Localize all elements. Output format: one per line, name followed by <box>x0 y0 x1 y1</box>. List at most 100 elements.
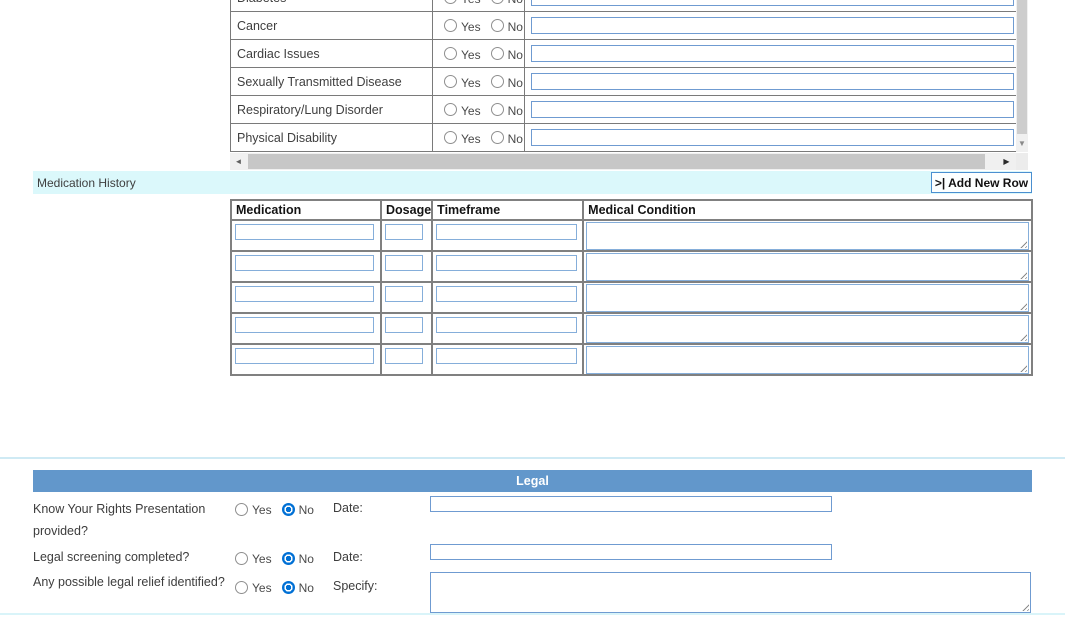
condition-row-cancer: Cancer Yes No <box>231 12 1016 40</box>
legal-relief-radio-group: Yes No <box>235 579 314 595</box>
condition-label: Respiratory/Lung Disorder <box>231 96 433 123</box>
legal-section-header: Legal <box>33 470 1032 492</box>
no-radio[interactable] <box>282 503 295 516</box>
scroll-left-arrow-icon[interactable]: ◄ <box>230 153 247 170</box>
timeframe-input-row1[interactable] <box>436 224 577 240</box>
cardiac-details-input[interactable] <box>531 45 1014 62</box>
no-radio[interactable] <box>282 552 295 565</box>
no-radio[interactable] <box>282 581 295 594</box>
std-radio-group: Yes No <box>444 74 523 90</box>
section-title: Medication History <box>33 176 136 190</box>
medication-input-row1[interactable] <box>235 224 374 240</box>
yes-radio[interactable] <box>235 581 248 594</box>
date-label: Date: <box>333 550 363 564</box>
know-your-rights-question: Know Your Rights Presentation provided? <box>33 498 238 542</box>
condition-row-cardiac-issues: Cardiac Issues Yes No <box>231 40 1016 68</box>
medication-row <box>231 220 1032 251</box>
add-new-row-button[interactable]: >| Add New Row <box>931 172 1032 193</box>
scrollbar-corner <box>1016 153 1028 170</box>
no-radio[interactable] <box>491 75 504 88</box>
medical-condition-textarea-row5[interactable] <box>586 346 1029 374</box>
column-header-medication: Medication <box>231 200 381 220</box>
physical-disability-details-input[interactable] <box>531 129 1014 146</box>
timeframe-input-row4[interactable] <box>436 317 577 333</box>
dosage-input-row5[interactable] <box>385 348 423 364</box>
legal-screening-radio-group: Yes No <box>235 550 314 566</box>
legal-section-top-separator <box>0 457 1065 459</box>
medication-row <box>231 344 1032 375</box>
no-radio[interactable] <box>491 19 504 32</box>
legal-section-bottom-separator <box>0 613 1065 615</box>
medical-condition-textarea-row2[interactable] <box>586 253 1029 281</box>
diabetes-details-input[interactable] <box>531 0 1014 6</box>
cancer-details-input[interactable] <box>531 17 1014 34</box>
respiratory-radio-group: Yes No <box>444 102 523 118</box>
respiratory-details-input[interactable] <box>531 101 1014 118</box>
no-radio[interactable] <box>491 103 504 116</box>
specify-label: Specify: <box>333 579 377 593</box>
medical-conditions-table: Diabetes Yes No Cancer Yes No <box>230 0 1016 152</box>
dosage-input-row1[interactable] <box>385 224 423 240</box>
legal-section-title: Legal <box>516 474 549 488</box>
condition-row-diabetes: Diabetes Yes No <box>231 0 1016 12</box>
diabetes-radio-group: Yes No <box>444 0 523 6</box>
vertical-scrollbar-thumb[interactable] <box>1017 0 1027 134</box>
yes-radio[interactable] <box>444 131 457 144</box>
condition-label: Physical Disability <box>231 124 433 151</box>
scroll-right-arrow-icon[interactable]: ▶ <box>998 153 1015 170</box>
medication-history-section-header: Medication History >| Add New Row <box>33 171 1032 194</box>
condition-row-respiratory: Respiratory/Lung Disorder Yes No <box>231 96 1016 124</box>
medication-row <box>231 313 1032 344</box>
column-header-timeframe: Timeframe <box>432 200 583 220</box>
yes-radio[interactable] <box>444 103 457 116</box>
medication-input-row5[interactable] <box>235 348 374 364</box>
no-radio[interactable] <box>491 131 504 144</box>
legal-relief-specify-wrapper <box>430 572 1031 613</box>
horizontal-scrollbar-thumb[interactable] <box>248 154 985 169</box>
legal-relief-specify-textarea[interactable] <box>430 572 1031 613</box>
column-header-dosage: Dosage <box>381 200 432 220</box>
timeframe-input-row3[interactable] <box>436 286 577 302</box>
yes-radio[interactable] <box>235 552 248 565</box>
physical-disability-radio-group: Yes No <box>444 130 523 146</box>
date-label: Date: <box>333 501 363 515</box>
scroll-down-arrow-icon[interactable]: ▼ <box>1016 137 1028 151</box>
yes-radio[interactable] <box>235 503 248 516</box>
yes-radio[interactable] <box>444 47 457 60</box>
no-radio[interactable] <box>491 47 504 60</box>
condition-label: Sexually Transmitted Disease <box>231 68 433 95</box>
know-your-rights-date-input[interactable] <box>430 496 832 512</box>
dosage-input-row2[interactable] <box>385 255 423 271</box>
medication-table-header-row: Medication Dosage Timeframe Medical Cond… <box>231 200 1032 220</box>
condition-label: Diabetes <box>231 0 433 11</box>
timeframe-input-row5[interactable] <box>436 348 577 364</box>
condition-label: Cardiac Issues <box>231 40 433 67</box>
medication-input-row2[interactable] <box>235 255 374 271</box>
medication-row <box>231 282 1032 313</box>
dosage-input-row3[interactable] <box>385 286 423 302</box>
yes-radio[interactable] <box>444 75 457 88</box>
dosage-input-row4[interactable] <box>385 317 423 333</box>
medical-condition-textarea-row3[interactable] <box>586 284 1029 312</box>
yes-radio[interactable] <box>444 0 457 4</box>
cardiac-radio-group: Yes No <box>444 46 523 62</box>
std-details-input[interactable] <box>531 73 1014 90</box>
horizontal-scrollbar[interactable]: ◄ ▶ <box>230 153 1016 170</box>
medical-condition-textarea-row4[interactable] <box>586 315 1029 343</box>
medication-input-row3[interactable] <box>235 286 374 302</box>
vertical-scrollbar[interactable]: ▼ <box>1016 0 1028 152</box>
medication-input-row4[interactable] <box>235 317 374 333</box>
legal-relief-question: Any possible legal relief identified? <box>33 575 238 590</box>
timeframe-input-row2[interactable] <box>436 255 577 271</box>
medication-row <box>231 251 1032 282</box>
condition-row-physical-disability: Physical Disability Yes No <box>231 124 1016 152</box>
medication-history-table: Medication Dosage Timeframe Medical Cond… <box>230 199 1033 376</box>
medical-condition-textarea-row1[interactable] <box>586 222 1029 250</box>
no-radio[interactable] <box>491 0 504 4</box>
condition-row-std: Sexually Transmitted Disease Yes No <box>231 68 1016 96</box>
column-header-medical-condition: Medical Condition <box>583 200 1032 220</box>
legal-screening-date-input[interactable] <box>430 544 832 560</box>
condition-label: Cancer <box>231 12 433 39</box>
cancer-radio-group: Yes No <box>444 18 523 34</box>
yes-radio[interactable] <box>444 19 457 32</box>
